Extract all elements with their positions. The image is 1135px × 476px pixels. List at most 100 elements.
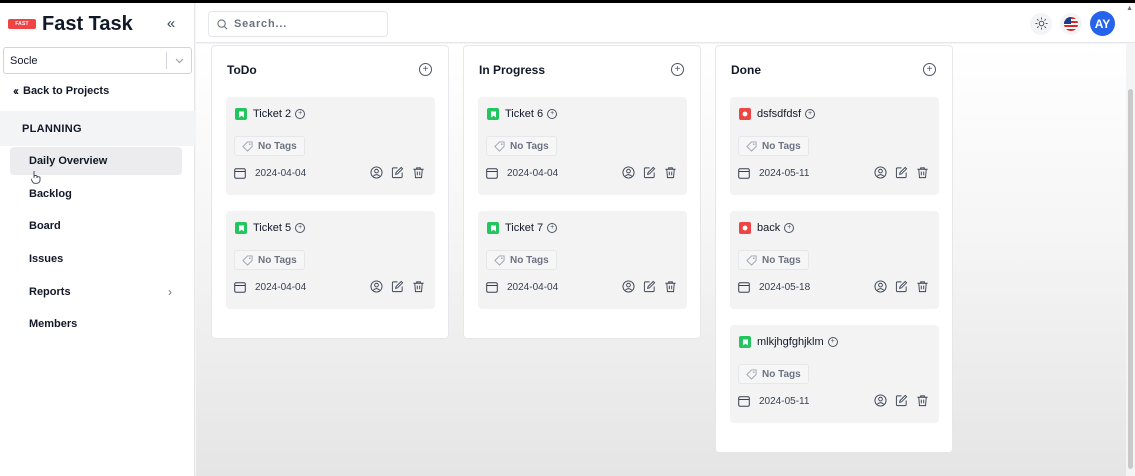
scrollbar-thumb[interactable]: [1128, 89, 1133, 469]
add-card-icon[interactable]: +: [419, 63, 432, 76]
search-icon: [217, 18, 228, 29]
assign-user-icon[interactable]: [873, 279, 887, 293]
assign-user-icon[interactable]: [621, 165, 635, 179]
card-title[interactable]: back: [757, 222, 780, 234]
language-button[interactable]: [1060, 12, 1082, 35]
scroll-up-icon[interactable]: ▲: [1126, 5, 1133, 12]
card-title[interactable]: Ticket 7: [505, 222, 543, 234]
card-date: 2024-05-11: [738, 395, 809, 407]
edit-icon[interactable]: [894, 165, 908, 179]
tag-label: No Tags: [258, 140, 297, 152]
assign-user-icon[interactable]: [873, 165, 887, 179]
date-text: 2024-04-04: [255, 281, 307, 293]
bug-type-icon: [739, 222, 751, 234]
plus-circle-icon[interactable]: +: [784, 223, 795, 233]
ticket-card[interactable]: Ticket 7 + No Tags 2024-04-04: [478, 211, 687, 309]
sidebar-item-members[interactable]: Members: [10, 310, 182, 338]
sidebar-item-backlog[interactable]: Backlog: [10, 180, 182, 208]
edit-icon[interactable]: [390, 279, 404, 293]
tag-label: No Tags: [762, 368, 801, 380]
ticket-card[interactable]: Ticket 5 + No Tags 2024-04-04: [226, 211, 435, 309]
date-text: 2024-05-18: [759, 281, 811, 293]
ticket-card[interactable]: Ticket 6 + No Tags 2024-04-04: [478, 97, 687, 195]
edit-icon[interactable]: [894, 279, 908, 293]
section-heading-planning: PLANNING: [0, 111, 195, 146]
story-type-icon: [739, 336, 751, 348]
chevron-down-icon[interactable]: [167, 55, 191, 67]
card-title-row: Ticket 6 +: [487, 108, 558, 120]
hand-cursor-icon: [31, 171, 41, 184]
plus-circle-icon[interactable]: +: [547, 223, 558, 233]
card-actions: [873, 165, 929, 179]
assign-user-icon[interactable]: [369, 165, 383, 179]
trash-icon[interactable]: [915, 165, 929, 179]
edit-icon[interactable]: [642, 165, 656, 179]
topbar-actions: AY: [1030, 11, 1115, 36]
card-date: 2024-04-04: [234, 167, 306, 179]
card-date: 2024-05-11: [738, 167, 809, 179]
trash-icon[interactable]: [411, 165, 425, 179]
tag-badge: No Tags: [486, 250, 557, 270]
brand: FAST Fast Task «: [8, 11, 188, 37]
trash-icon[interactable]: [663, 279, 677, 293]
sidebar-item-reports[interactable]: Reports ›: [10, 278, 182, 306]
search-box[interactable]: [208, 11, 388, 37]
vertical-scrollbar[interactable]: [1126, 44, 1135, 476]
card-date: 2024-04-04: [486, 167, 558, 179]
tag-badge: No Tags: [234, 136, 305, 156]
plus-circle-icon[interactable]: +: [295, 223, 306, 233]
assign-user-icon[interactable]: [369, 279, 383, 293]
card-title[interactable]: Ticket 6: [505, 108, 543, 120]
avatar[interactable]: AY: [1090, 11, 1115, 36]
column-title: ToDo: [227, 63, 257, 77]
calendar-icon: [738, 396, 750, 407]
assign-user-icon[interactable]: [873, 393, 887, 407]
edit-icon[interactable]: [390, 165, 404, 179]
add-card-icon[interactable]: +: [923, 63, 936, 76]
date-text: 2024-04-04: [507, 281, 559, 293]
tag-icon: [242, 254, 253, 266]
chevron-double-left-icon[interactable]: «: [162, 15, 180, 32]
ticket-card[interactable]: back + No Tags 2024-05-18: [730, 211, 939, 309]
ticket-card[interactable]: Ticket 2 + No Tags 2024-04-04: [226, 97, 435, 195]
plus-circle-icon[interactable]: +: [805, 109, 816, 119]
edit-icon[interactable]: [894, 393, 908, 407]
story-type-icon: [487, 108, 499, 120]
card-title[interactable]: Ticket 5: [253, 222, 291, 234]
assign-user-icon[interactable]: [621, 279, 635, 293]
plus-circle-icon[interactable]: +: [295, 109, 306, 119]
date-text: 2024-04-04: [507, 167, 559, 179]
board-column-todo: ToDo + Ticket 2 + No Tags 2024-04-04 Tic…: [211, 45, 449, 339]
ticket-card[interactable]: dsfsdfdsf + No Tags 2024-05-11: [730, 97, 939, 195]
sidebar-item-issues[interactable]: Issues: [10, 245, 182, 273]
card-title[interactable]: dsfsdfdsf: [757, 108, 801, 120]
trash-icon[interactable]: [411, 279, 425, 293]
tag-label: No Tags: [510, 140, 549, 152]
sidebar-item-label: Board: [29, 220, 61, 232]
card-actions: [873, 279, 929, 293]
story-type-icon: [235, 108, 247, 120]
theme-toggle-button[interactable]: [1030, 12, 1052, 35]
card-actions: [873, 393, 929, 407]
back-to-projects-link[interactable]: ‹‹ Back to Projects: [13, 84, 109, 98]
tag-label: No Tags: [762, 254, 801, 266]
sidebar-item-board[interactable]: Board: [10, 212, 182, 240]
ticket-card[interactable]: mlkjhgfghjklm + No Tags 2024-05-11: [730, 325, 939, 423]
plus-circle-icon[interactable]: +: [827, 337, 838, 347]
trash-icon[interactable]: [915, 393, 929, 407]
card-title[interactable]: mlkjhgfghjklm: [757, 336, 824, 348]
trash-icon[interactable]: [663, 165, 677, 179]
plus-circle-icon[interactable]: +: [547, 109, 558, 119]
card-actions: [369, 165, 425, 179]
edit-icon[interactable]: [642, 279, 656, 293]
trash-icon[interactable]: [915, 279, 929, 293]
tag-icon: [746, 254, 757, 266]
chevron-right-icon: ›: [168, 285, 172, 299]
sidebar: FAST Fast Task « Socle ‹‹ Back to Projec…: [0, 3, 195, 476]
topbar: AY: [196, 3, 1135, 43]
add-card-icon[interactable]: +: [671, 63, 684, 76]
card-title[interactable]: Ticket 2: [253, 108, 291, 120]
card-actions: [621, 165, 677, 179]
search-input[interactable]: [234, 18, 374, 30]
project-select[interactable]: Socle: [3, 47, 192, 74]
